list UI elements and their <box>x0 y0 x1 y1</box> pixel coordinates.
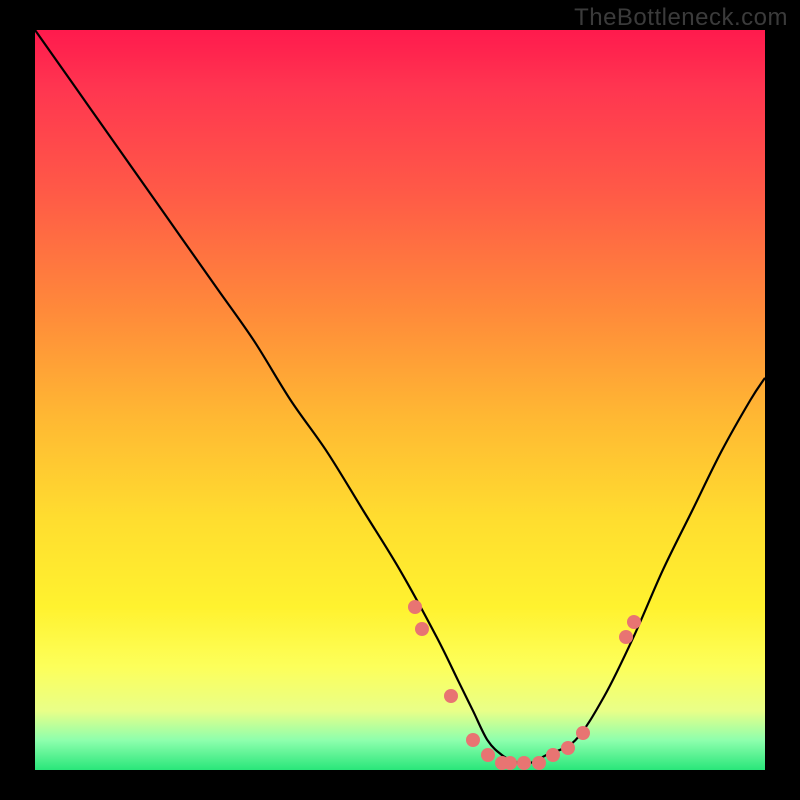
data-point <box>408 600 422 614</box>
data-point <box>517 756 531 770</box>
data-point <box>576 726 590 740</box>
data-point <box>627 615 641 629</box>
watermark-text: TheBottleneck.com <box>574 4 788 32</box>
data-point <box>415 622 429 636</box>
data-point <box>546 748 560 762</box>
data-point <box>619 630 633 644</box>
data-point <box>532 756 546 770</box>
curve-layer <box>35 30 765 770</box>
data-point <box>503 756 517 770</box>
data-point <box>444 689 458 703</box>
data-point <box>561 741 575 755</box>
data-point <box>481 748 495 762</box>
bottleneck-curve <box>35 30 765 764</box>
plot-area <box>35 30 765 770</box>
data-point <box>466 733 480 747</box>
chart-frame: TheBottleneck.com <box>0 0 800 800</box>
